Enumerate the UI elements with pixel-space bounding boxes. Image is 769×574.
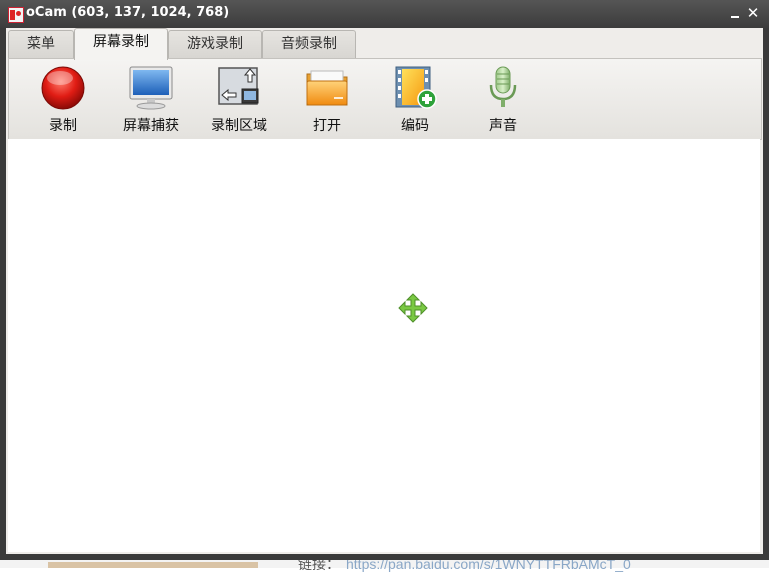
record-area-button[interactable]: 录制区域 [199,63,279,137]
open-label: 打开 [313,118,341,134]
close-button[interactable]: ✕ [744,4,762,22]
resize-area-icon [218,67,259,105]
microphone-icon [489,66,517,107]
open-button[interactable]: 打开 [287,63,367,137]
toolbar: 录制 屏幕捕获 录制区域 打开 编码 声音 [8,58,762,140]
tab-menu[interactable]: 菜单 [8,30,74,58]
move-cursor-icon[interactable] [398,293,428,323]
tab-audio-record[interactable]: 音频录制 [262,30,356,58]
record-area-label: 录制区域 [211,118,267,134]
encode-button[interactable]: 编码 [375,63,455,137]
title-bar[interactable]: oCam (603, 137, 1024, 768) ✕ [0,0,769,28]
screen-capture-button[interactable]: 屏幕捕获 [111,63,191,137]
screen-capture-label: 屏幕捕获 [123,118,179,134]
sound-button[interactable]: 声音 [463,63,543,137]
window-client-area: 菜单 屏幕录制 游戏录制 音频录制 录制 屏幕捕获 录制区域 打开 编码 声音 [6,28,763,554]
folder-icon [306,70,348,106]
ocam-app-icon [8,7,24,23]
sound-label: 声音 [489,118,517,134]
minimize-icon [731,16,739,18]
tab-screen-record[interactable]: 屏幕录制 [74,28,168,60]
ocam-window: oCam (603, 137, 1024, 768) ✕ 菜单 屏幕录制 游戏录… [0,0,769,560]
background-thumbnail [48,562,258,568]
minimize-button[interactable] [726,4,744,22]
film-add-icon [395,66,437,109]
record-button[interactable]: 录制 [23,63,103,137]
record-icon [41,66,85,110]
recording-area-canvas[interactable] [8,139,760,552]
encode-label: 编码 [401,118,429,134]
tab-bar: 菜单 屏幕录制 游戏录制 音频录制 [6,28,763,60]
record-label: 录制 [49,118,77,134]
tab-game-record[interactable]: 游戏录制 [168,30,262,58]
monitor-icon [129,66,173,110]
window-title: oCam (603, 137, 1024, 768) [26,5,230,20]
